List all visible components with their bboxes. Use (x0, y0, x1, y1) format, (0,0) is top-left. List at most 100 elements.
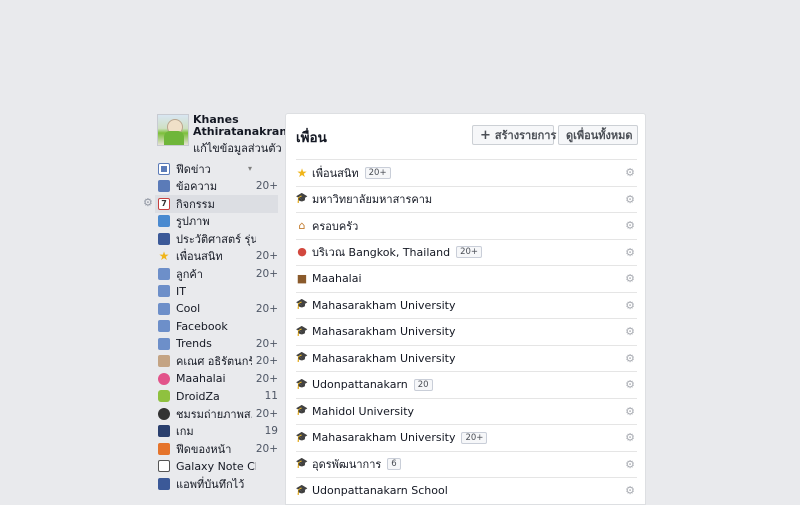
friend-list-row[interactable]: 🎓 Mahasarakham University ⚙ (296, 344, 637, 372)
sidebar-item[interactable]: ลูกค้า 20+ (155, 265, 278, 283)
sidebar-item-count: 19 (264, 425, 278, 438)
feed-list-icon (158, 267, 170, 280)
gear-icon[interactable]: ⚙ (625, 246, 635, 259)
friend-list-label[interactable]: ครอบครัว (312, 217, 358, 235)
gear-icon[interactable]: ⚙ (625, 219, 635, 232)
sidebar-item[interactable]: ข้อความ 20+ (155, 178, 278, 196)
friend-list-label[interactable]: Mahasarakham University (312, 325, 455, 338)
sidebar-item-label: กิจกรรม (176, 197, 215, 211)
feed-list-icon (158, 302, 170, 315)
friend-list-label[interactable]: Mahidol University (312, 405, 414, 418)
friend-list-row[interactable]: 🎓 Mahasarakham University ⚙ (295, 291, 637, 319)
sidebar-item-label: ประวัติศาสตร์ รุ่น1... (176, 232, 256, 246)
friend-list-row[interactable]: ■ Maahalai ⚙ (296, 265, 637, 292)
friend-lists: ★ เพื่อนสนิท 20+ ⚙ 🎓 มหาวิทยาลัยมหาสารคาม ⚙ ⌂ คร… (296, 159, 637, 504)
profile-name[interactable]: Khanes Athiratanakran (193, 114, 288, 138)
sidebar-item-label: Cool (176, 302, 201, 316)
create-list-button[interactable]: + สร้างรายการ (472, 125, 557, 145)
sidebar-item-count: 20+ (255, 267, 278, 280)
home-icon: ⌂ (298, 218, 306, 232)
gear-icon[interactable]: ⚙ (625, 484, 635, 497)
sidebar-item[interactable]: 7 กิจกรรม (155, 195, 278, 213)
gear-icon[interactable]: ⚙ (625, 352, 635, 365)
friend-list-row[interactable]: 🎓 Mahidol University ⚙ (295, 397, 637, 425)
friend-list-row[interactable]: ● บริเวณ Bangkok, Thailand 20+ ⚙ (296, 238, 637, 266)
gear-icon[interactable]: ⚙ (625, 325, 635, 338)
friend-list-label[interactable]: Mahasarakham University (312, 431, 455, 444)
page-title: เพื่อน (296, 130, 327, 146)
sidebar-item[interactable]: ฟีดข่าว ▾ (155, 160, 278, 178)
sidebar-item[interactable]: รูปภาพ (155, 213, 278, 231)
sidebar-item-label: ฟีดของหน้า (176, 442, 232, 456)
gear-icon[interactable]: ⚙ (625, 405, 635, 418)
friend-list-label[interactable]: Udonpattanakarn School (312, 484, 448, 497)
sidebar-item[interactable]: ประวัติศาสตร์ รุ่น1... (155, 230, 278, 248)
star-icon: ★ (296, 165, 308, 180)
see-all-friends-button[interactable]: ดูเพื่อนทั้งหมด (558, 125, 638, 145)
graduation-cap-icon: 🎓 (295, 378, 309, 390)
edit-profile-link[interactable]: แก้ไขข้อมูลส่วนตัว (193, 139, 282, 157)
sidebar-item-count: 20+ (255, 442, 278, 455)
friend-list-label[interactable]: มหาวิทยาลัยมหาสารคาม (312, 190, 432, 208)
sidebar-item[interactable]: Facebook (155, 318, 278, 336)
sidebar-item-count: 20+ (255, 407, 278, 420)
avatar[interactable] (157, 114, 189, 146)
gear-icon[interactable]: ⚙ (625, 166, 635, 179)
sidebar-item[interactable]: ชมรมถ่ายภาพส...20+ (155, 405, 278, 423)
sidebar-item[interactable]: ฟีดของหน้า 20+ (155, 440, 278, 458)
friend-list-row[interactable]: 🎓 มหาวิทยาลัยมหาสารคาม ⚙ (295, 185, 637, 213)
sidebar-item-label: แอพที่บันทึกไว้ (176, 477, 245, 491)
friend-list-row[interactable]: 🎓 Udonpattanakarn 20 ⚙ (296, 371, 637, 398)
sidebar-item[interactable]: Cool 20+ (155, 300, 278, 318)
friend-list-label[interactable]: บริเวณ Bangkok, Thailand (312, 243, 450, 261)
friend-list-label[interactable]: อุดรพัฒนาการ (312, 455, 381, 473)
friend-list-label[interactable]: Mahasarakham University (312, 352, 455, 365)
gear-icon[interactable]: ⚙ (625, 378, 635, 391)
gear-icon[interactable]: ⚙ (625, 299, 635, 312)
sidebar-item[interactable]: เกม 19 (155, 423, 278, 441)
sidebar-item-label: Maahalai (176, 372, 226, 386)
group-icon (158, 232, 170, 245)
friend-list-row[interactable]: ⌂ ครอบครัว ⚙ (296, 212, 637, 239)
nav-settings-gear-icon[interactable]: ⚙ (143, 196, 153, 209)
sidebar-item[interactable]: IT (155, 283, 278, 301)
feed-list-icon (158, 320, 170, 333)
gear-icon[interactable]: ⚙ (625, 193, 635, 206)
create-list-label: สร้างรายการ (494, 129, 557, 142)
sidebar-item[interactable]: คเณศ อธิรัตนกร้...20+ (155, 353, 278, 371)
gear-icon[interactable]: ⚙ (625, 431, 635, 444)
friend-list-label[interactable]: Mahasarakham University (312, 299, 455, 312)
sidebar-item-label: Galaxy Note Clu... (176, 459, 256, 473)
feed-list-icon (158, 285, 170, 298)
gear-icon[interactable]: ⚙ (625, 272, 635, 285)
friend-list-row[interactable]: 🎓 อุดรพัฒนาการ 6 ⚙ (296, 450, 637, 478)
graduation-cap-icon: 🎓 (295, 299, 309, 311)
sidebar-item[interactable]: Trends 20+ (155, 335, 278, 353)
graduation-cap-icon: 🎓 (295, 405, 309, 417)
friend-list-row[interactable]: 🎓 Mahasarakham University 20+ ⚙ (296, 424, 637, 451)
photos-icon (158, 215, 170, 228)
sidebar-item[interactable]: Maahalai 20+ (155, 370, 278, 388)
messages-icon (158, 180, 170, 193)
sidebar-item-label: ชมรมถ่ายภาพส... (176, 407, 252, 421)
graduation-cap-icon: 🎓 (295, 193, 309, 205)
gear-icon[interactable]: ⚙ (625, 458, 635, 471)
sidebar-item[interactable]: DroidZa 11 (155, 388, 278, 406)
profile-header: Khanes Athiratanakran แก้ไขข้อมูลส่วนตัว (157, 113, 288, 155)
location-pin-icon: ● (297, 245, 307, 259)
plus-icon: + (480, 127, 491, 143)
sidebar-item[interactable]: Galaxy Note Clu... (155, 458, 278, 476)
friend-list-row[interactable]: ★ เพื่อนสนิท 20+ ⚙ (296, 159, 637, 186)
count-badge: 20+ (461, 431, 488, 444)
friend-list-label[interactable]: Udonpattanakarn (312, 378, 408, 391)
friend-list-row[interactable]: 🎓 Udonpattanakarn School ⚙ (296, 477, 637, 504)
chevron-down-icon[interactable]: ▾ (248, 164, 252, 173)
friend-list-label[interactable]: เพื่อนสนิท (312, 164, 359, 182)
sidebar-item[interactable]: ★ เพื่อนสนิท 20+ (155, 248, 278, 266)
friend-list-row[interactable]: 🎓 Mahasarakham University ⚙ (296, 318, 637, 345)
sidebar-item-count: 20+ (255, 355, 278, 368)
graduation-cap-icon: 🎓 (295, 325, 309, 337)
sidebar-item[interactable]: แอพที่บันทึกไว้ (155, 475, 278, 493)
friend-list-label[interactable]: Maahalai (312, 272, 362, 285)
count-badge: 6 (387, 458, 401, 471)
